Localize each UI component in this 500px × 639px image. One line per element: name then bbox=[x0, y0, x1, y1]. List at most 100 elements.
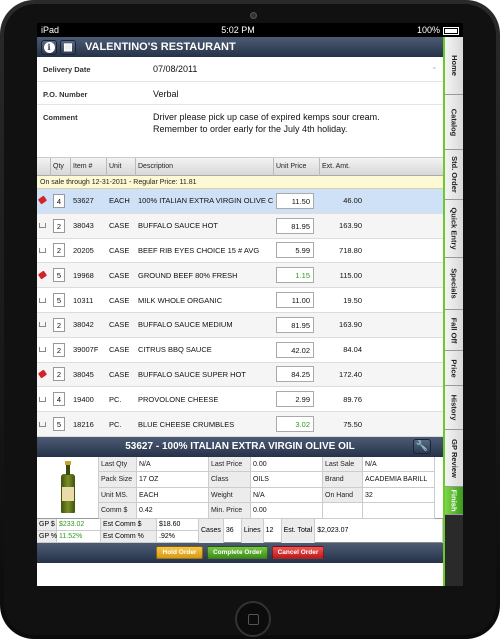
unit-cell: CASE bbox=[109, 345, 130, 355]
qty-field[interactable]: 2 bbox=[53, 342, 65, 357]
side-tab[interactable]: Quick Entry bbox=[445, 200, 463, 258]
side-tab[interactable]: Finish bbox=[445, 487, 463, 515]
qty-field[interactable]: 2 bbox=[53, 218, 65, 233]
table-row[interactable]: 2 38043 CASE BUFFALO SAUCE HOT 81.95 163.90 bbox=[37, 213, 443, 239]
price-field[interactable]: 3.02 bbox=[276, 416, 314, 433]
price-cell: 11.50 bbox=[274, 192, 320, 209]
on-hand-label: On Hand bbox=[323, 487, 363, 504]
last-qty-label: Last Qty bbox=[99, 456, 137, 473]
unit-cell: CASE bbox=[109, 369, 130, 379]
side-tab[interactable]: GP Review bbox=[445, 430, 463, 487]
cart-icon bbox=[39, 223, 46, 229]
complete-order-button[interactable]: Complete Order bbox=[207, 546, 268, 560]
order-summary: GP $ $233.02 GP % 11.52% Est Comm $ $18.… bbox=[37, 518, 443, 543]
delivery-date-row[interactable]: Delivery Date 07/08/2011 ⌄ bbox=[37, 57, 443, 82]
main-panel: i ▩ VALENTINO'S RESTAURANT Delivery Date… bbox=[37, 37, 443, 586]
side-tab[interactable]: Std. Order bbox=[445, 150, 463, 200]
calculator-button[interactable]: ▩ bbox=[60, 39, 76, 55]
info-button[interactable]: i bbox=[41, 39, 57, 55]
detail-title: 53627 - 100% ITALIAN EXTRA VIRGIN OLIVE … bbox=[125, 441, 355, 453]
ext-amt-cell: 75.50 bbox=[343, 419, 362, 429]
on-sale-note: On sale through 12-31-2011 - Regular Pri… bbox=[37, 176, 443, 189]
qty-field[interactable]: 4 bbox=[53, 392, 65, 407]
table-row[interactable]: 4 19400 PC. PROVOLONE CHEESE 2.99 89.76 bbox=[37, 387, 443, 413]
qty-cell: 4 bbox=[51, 392, 71, 407]
lines-value: 12 bbox=[264, 518, 282, 543]
wrench-button[interactable]: 🔧 bbox=[413, 438, 431, 454]
item-number: 19400 bbox=[73, 394, 94, 404]
unit-ms-value: EACH bbox=[137, 487, 209, 504]
chevron-down-icon[interactable]: ⌄ bbox=[431, 57, 443, 81]
brand-label: Brand bbox=[323, 472, 363, 488]
est-comm-pct-label: Est Comm % bbox=[101, 530, 157, 543]
table-row[interactable]: 2 38042 CASE BUFFALO SAUCE MEDIUM 81.95 163.9… bbox=[37, 312, 443, 338]
price-field[interactable]: 42.02 bbox=[276, 341, 314, 358]
qty-field[interactable]: 2 bbox=[53, 367, 65, 382]
qty-field[interactable]: 2 bbox=[53, 243, 65, 258]
description-cell: BUFFALO SAUCE HOT bbox=[138, 221, 219, 231]
hold-order-button[interactable]: Hold Order bbox=[156, 546, 203, 560]
item-number: 18216 bbox=[73, 419, 94, 429]
last-price-label: Last Price bbox=[209, 456, 251, 473]
side-tab-label: Quick Entry bbox=[449, 207, 459, 250]
table-row[interactable]: 2 20205 CASE BEEF RIB EYES CHOICE 15 # AVG 5… bbox=[37, 238, 443, 264]
price-field[interactable]: 81.95 bbox=[276, 316, 314, 333]
qty-field[interactable]: 4 bbox=[53, 193, 65, 208]
side-tab[interactable]: Price bbox=[445, 351, 463, 386]
delivery-date-value[interactable]: 07/08/2011 bbox=[153, 57, 431, 81]
qty-field[interactable]: 5 bbox=[53, 417, 65, 432]
last-sale-label: Last Sale bbox=[323, 456, 363, 473]
qty-field[interactable]: 5 bbox=[53, 293, 65, 308]
page-title: VALENTINO'S RESTAURANT bbox=[85, 41, 236, 53]
unit-ms-label: Unit MS. bbox=[99, 487, 137, 504]
price-field[interactable]: 5.99 bbox=[276, 242, 314, 259]
qty-header[interactable]: Qty bbox=[51, 157, 71, 176]
po-row[interactable]: P.O. Number Verbal bbox=[37, 82, 443, 105]
weight-label: Weight bbox=[209, 487, 251, 504]
side-tab[interactable]: History bbox=[445, 386, 463, 430]
delivery-date-label: Delivery Date bbox=[43, 65, 91, 74]
qty-field[interactable]: 5 bbox=[53, 268, 65, 283]
qty-cell: 2 bbox=[51, 218, 71, 233]
unit-header[interactable]: Unit bbox=[107, 157, 136, 176]
side-tab[interactable]: Fall Off bbox=[445, 310, 463, 351]
est-total-label: Est. Total bbox=[281, 518, 316, 543]
est-comm-dollar-label: Est Comm $ bbox=[101, 518, 157, 531]
home-button[interactable] bbox=[235, 601, 271, 637]
price-field[interactable]: 11.50 bbox=[276, 192, 314, 209]
ext-amt-header[interactable]: Ext. Amt. bbox=[320, 158, 368, 176]
side-tab[interactable]: Catalog bbox=[445, 95, 463, 150]
weight-value: N/A bbox=[251, 487, 323, 504]
price-field[interactable]: 84.25 bbox=[276, 366, 314, 383]
row-icon-cell bbox=[37, 296, 51, 305]
table-row[interactable]: 5 10311 CASE MILK WHOLE ORGANIC 11.00 19.50 bbox=[37, 288, 443, 313]
class-value: OILS bbox=[251, 472, 323, 488]
wrench-icon: 🔧 bbox=[415, 440, 429, 452]
battery: 100% bbox=[417, 25, 459, 35]
description-header[interactable]: Description bbox=[136, 157, 274, 176]
unit-price-header[interactable]: Unit Price bbox=[274, 157, 320, 176]
qty-field[interactable]: 2 bbox=[53, 317, 65, 332]
item-header[interactable]: Item # bbox=[71, 157, 107, 176]
cart-icon bbox=[39, 421, 46, 427]
olive-oil-bottle-icon bbox=[60, 461, 75, 514]
side-tab-label: Price bbox=[449, 358, 459, 378]
side-tab[interactable]: Home bbox=[445, 37, 463, 95]
row-icon-cell bbox=[37, 345, 51, 354]
table-row[interactable]: 2 38045 CASE BUFFALO SAUCE SUPER HOT 84.25 17… bbox=[37, 362, 443, 388]
clock: 5:02 PM bbox=[221, 25, 255, 35]
comment-row[interactable]: Comment Driver please pick up case of ex… bbox=[37, 105, 443, 157]
comment-field[interactable]: Driver please pick up case of expired ke… bbox=[153, 105, 443, 157]
price-field[interactable]: 81.95 bbox=[276, 217, 314, 234]
table-row[interactable]: 4 53627 EACH 100% ITALIAN EXTRA VIRGIN OLIV… bbox=[37, 189, 443, 214]
item-number: 38042 bbox=[73, 320, 94, 330]
price-field[interactable]: 1.15 bbox=[276, 267, 314, 284]
table-row[interactable]: 2 39007F CASE CITRUS BBQ SAUCE 42.02 84.04 bbox=[37, 337, 443, 363]
price-field[interactable]: 2.99 bbox=[276, 391, 314, 408]
cancel-order-button[interactable]: Cancel Order bbox=[272, 546, 324, 560]
table-row[interactable]: 5 18216 PC. BLUE CHEESE CRUMBLES 3.02 75.50 bbox=[37, 412, 443, 437]
side-tab[interactable]: Specials bbox=[445, 258, 463, 310]
table-row[interactable]: 5 19968 CASE GROUND BEEF 80% FRESH 1.15 115.0… bbox=[37, 263, 443, 289]
po-field[interactable]: Verbal bbox=[153, 82, 443, 104]
price-field[interactable]: 11.00 bbox=[276, 292, 314, 309]
